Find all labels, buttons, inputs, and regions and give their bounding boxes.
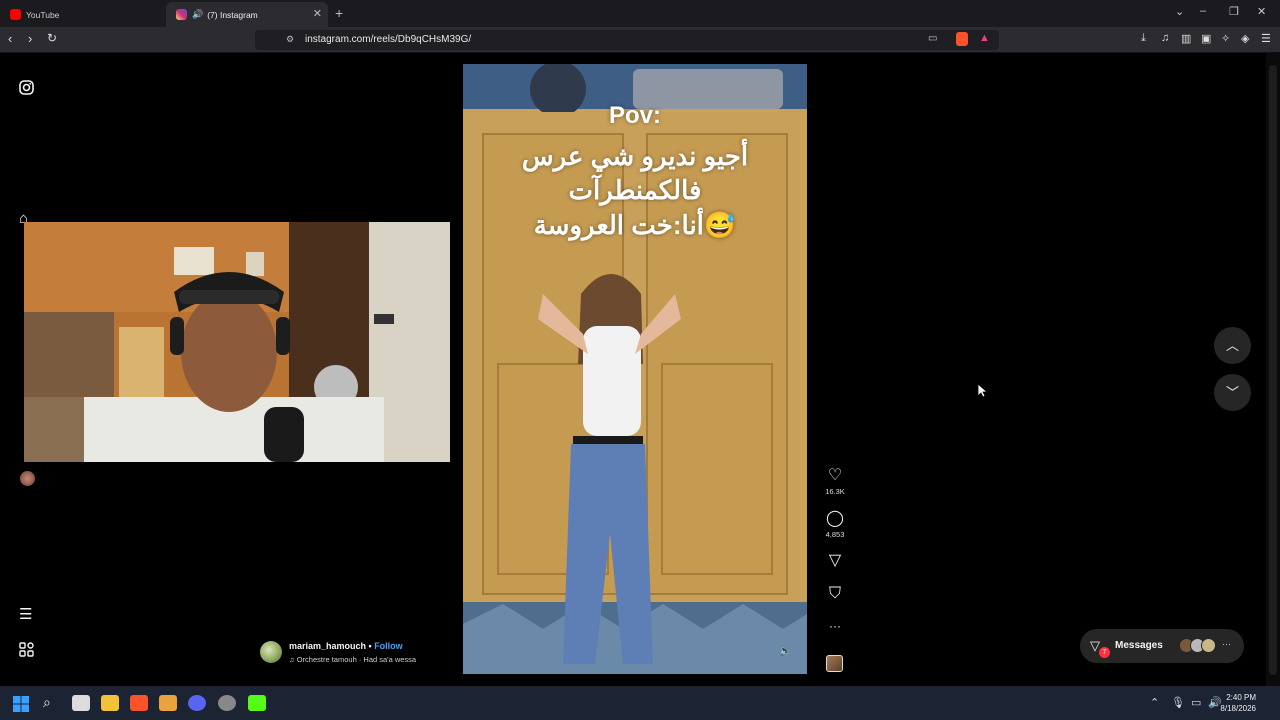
display-icon[interactable]: ▭ — [1191, 696, 1201, 709]
brave-shields-icon[interactable] — [956, 32, 968, 46]
close-tab-icon[interactable]: ✕ — [313, 7, 322, 20]
tray-overflow-icon[interactable]: ⌃ — [1150, 696, 1159, 709]
restore-icon[interactable]: ❐ — [1229, 5, 1239, 18]
audio-thumbnail[interactable] — [826, 655, 843, 672]
reel-video[interactable]: Pov: أجيو نديرو شي عرس فالكمنطرآت أنا:خت… — [463, 64, 807, 674]
downloads-icon[interactable]: ⤓ — [1141, 32, 1146, 45]
leo-ai-icon[interactable]: ✧ — [1221, 32, 1230, 45]
webcam-image — [24, 222, 450, 462]
follow-button[interactable]: Follow — [374, 641, 403, 651]
clock-date: 8/18/2026 — [1220, 704, 1256, 713]
obs-icon[interactable] — [218, 695, 236, 711]
comment-count: 4,853 — [825, 530, 845, 539]
mouse-cursor-icon — [977, 383, 989, 403]
reel-caption-line: Pov: — [608, 102, 661, 129]
more-menu-icon[interactable]: ☰ — [19, 605, 32, 623]
menu-icon[interactable]: ☰ — [1261, 32, 1271, 45]
reel-caption-line: فالكمنطرآت — [568, 175, 702, 205]
webcam-overlay — [24, 222, 450, 462]
cast-icon[interactable]: ▭ — [928, 33, 937, 44]
site-info-icon[interactable]: ⚙ — [286, 34, 294, 45]
tab-youtube[interactable]: YouTube — [0, 2, 166, 27]
discord-icon[interactable] — [188, 695, 206, 711]
instagram-logo-icon[interactable] — [19, 80, 34, 99]
media-player-icon[interactable] — [159, 695, 177, 711]
browser-tab-strip: YouTube 🔊 (7) Instagram ✕ + ⌄ – ❐ ✕ — [0, 0, 1280, 27]
profile-avatar[interactable] — [20, 471, 35, 486]
instagram-favicon-icon — [176, 9, 187, 20]
microphone-icon[interactable]: 🎙 — [1171, 696, 1185, 709]
minimize-icon[interactable]: – — [1200, 5, 1206, 17]
kick-icon[interactable] — [248, 695, 266, 711]
more-conversations-icon: ··· — [1222, 639, 1231, 649]
windows-taskbar: ⌕ ⌃ 🎙 ▭ 🔊 2:40 PM 8/18/2026 — [0, 686, 1280, 720]
wallet-icon[interactable]: ▣ — [1201, 32, 1211, 45]
media-icon[interactable]: ♫ — [1161, 32, 1169, 44]
more-options-icon[interactable]: ··· — [822, 619, 848, 633]
system-clock[interactable]: 2:40 PM 8/18/2026 — [1220, 692, 1256, 714]
audio-track[interactable]: ♫ Orchestre tamouh · Had sa'a wessa — [289, 655, 416, 664]
file-explorer-icon[interactable] — [101, 695, 119, 711]
share-action[interactable]: ▽ — [822, 550, 848, 570]
previous-reel-button[interactable]: ︿ — [1214, 327, 1251, 364]
url-text: instagram.com/reels/Db9qCHsM39G/ — [305, 34, 472, 45]
heart-icon[interactable]: ♡ — [822, 465, 848, 485]
comment-action[interactable]: ◯ 4,853 — [822, 508, 848, 539]
messages-label: Messages — [1115, 640, 1163, 651]
like-action[interactable]: ♡ 16.3K — [822, 465, 848, 496]
forward-icon[interactable]: › — [28, 31, 32, 46]
author-separator: • — [366, 641, 375, 651]
address-bar[interactable]: ⚙ instagram.com/reels/Db9qCHsM39G/ ▭ ▲ — [255, 30, 999, 50]
tab-title: YouTube — [26, 9, 60, 20]
close-window-icon[interactable]: ✕ — [1257, 5, 1266, 18]
author-username[interactable]: mariam_hamouch — [289, 641, 366, 651]
windows-start-icon[interactable] — [13, 696, 29, 717]
messages-unread-badge: 7 — [1099, 647, 1110, 658]
reload-icon[interactable]: ↻ — [47, 31, 57, 45]
clock-time: 2:40 PM — [1226, 693, 1256, 702]
page-scrollbar[interactable] — [1266, 53, 1280, 686]
conversation-avatar — [1201, 638, 1216, 653]
scrollbar-thumb[interactable] — [1269, 65, 1277, 675]
next-reel-button[interactable]: ﹀ — [1214, 374, 1251, 411]
browser-toolbar: ‹ › ↻ 🔖 ⚙ instagram.com/reels/Db9qCHsM39… — [0, 27, 1280, 53]
reel-caption-line: أجيو نديرو شي عرس — [521, 141, 749, 171]
messages-button[interactable]: ▽ 7 Messages ··· — [1080, 629, 1244, 663]
bookmark-icon[interactable]: ⛉ — [822, 585, 848, 603]
sidebar-toggle-icon[interactable]: ▥ — [1181, 32, 1191, 45]
reel-caption-line: أنا:خت العروسة😅 — [533, 210, 737, 240]
new-tab-button[interactable]: + — [335, 5, 343, 21]
brave-browser-icon[interactable] — [130, 695, 148, 711]
brave-rewards-icon[interactable]: ▲ — [979, 32, 990, 44]
mute-toggle-icon[interactable]: 🔈 — [779, 646, 791, 657]
save-action[interactable]: ⛉ — [822, 585, 848, 603]
task-view-icon[interactable] — [72, 695, 90, 711]
author-line: mariam_hamouch • Follow — [289, 641, 403, 651]
also-from-meta-icon[interactable] — [19, 642, 34, 661]
author-avatar[interactable] — [260, 641, 282, 663]
audio-playing-icon[interactable]: 🔊 — [192, 9, 203, 20]
like-count: 16.3K — [825, 487, 845, 496]
back-icon[interactable]: ‹ — [8, 31, 12, 46]
send-icon[interactable]: ▽ — [822, 550, 848, 570]
tab-search-icon[interactable]: ⌄ — [1175, 5, 1184, 18]
search-icon[interactable]: ⌕ — [43, 694, 51, 711]
youtube-favicon-icon — [10, 9, 21, 20]
more-options-action[interactable]: ··· — [822, 619, 848, 633]
tab-title: (7) Instagram — [207, 9, 258, 20]
vpn-icon[interactable]: ◈ — [1241, 32, 1249, 45]
comment-icon[interactable]: ◯ — [822, 508, 848, 528]
tab-instagram[interactable]: 🔊 (7) Instagram ✕ — [166, 2, 328, 27]
